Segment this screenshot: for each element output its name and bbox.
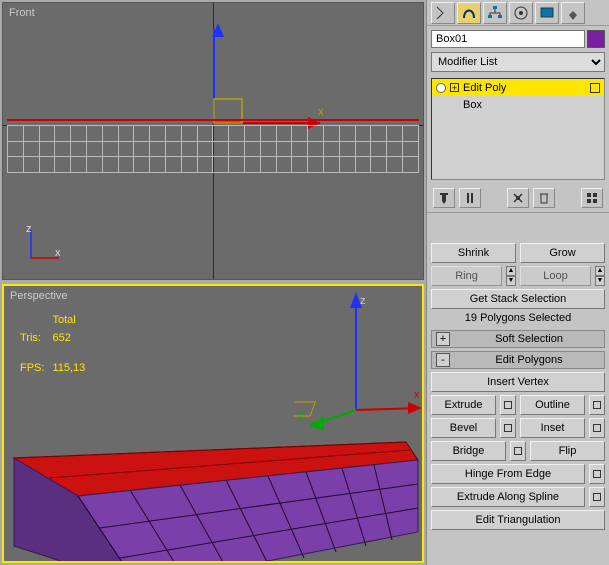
expand-icon[interactable]: + — [450, 83, 459, 92]
minus-icon: - — [436, 353, 450, 367]
tab-motion[interactable] — [509, 2, 533, 24]
bridge-settings-button[interactable] — [510, 441, 526, 461]
outline-settings-button[interactable] — [589, 395, 605, 415]
inset-button[interactable]: Inset — [520, 418, 585, 438]
gizmo-axis[interactable]: z x y — [294, 290, 424, 443]
bevel-settings-button[interactable] — [500, 418, 516, 438]
svg-text:x: x — [318, 106, 324, 118]
object-color-swatch[interactable] — [587, 30, 605, 48]
rollouts[interactable]: Shrink Grow Ring ▲▼ Loop ▲▼ Get Stack Se… — [427, 213, 609, 565]
axis-indicator: z x — [25, 224, 65, 267]
flip-button[interactable]: Flip — [530, 441, 605, 461]
bevel-button[interactable]: Bevel — [431, 418, 496, 438]
modifier-stack[interactable]: + Edit Poly Box — [431, 78, 605, 180]
extrude-settings-button[interactable] — [500, 395, 516, 415]
loop-spinner[interactable]: ▲▼ — [595, 266, 605, 286]
remove-modifier-button[interactable] — [533, 188, 555, 208]
stack-item-box[interactable]: Box — [432, 96, 604, 113]
ring-button[interactable]: Ring — [431, 266, 502, 286]
tab-modify[interactable] — [457, 2, 481, 24]
shrink-button[interactable]: Shrink — [431, 243, 516, 263]
hinge-settings-button[interactable] — [589, 464, 605, 484]
mesh-box — [10, 436, 416, 556]
plus-icon: + — [436, 332, 450, 346]
grow-button[interactable]: Grow — [520, 243, 605, 263]
svg-text:x: x — [414, 389, 420, 401]
viewport-label: Perspective — [10, 290, 67, 302]
stack-result-icon — [590, 83, 600, 93]
hinge-from-edge-button[interactable]: Hinge From Edge — [431, 464, 585, 484]
rollout-soft-selection[interactable]: + Soft Selection — [431, 330, 605, 348]
bridge-button[interactable]: Bridge — [431, 441, 506, 461]
viewport-front[interactable]: Front x — [2, 2, 424, 280]
modifier-list-dropdown[interactable]: Modifier List — [431, 52, 605, 72]
command-panel-tabs — [427, 0, 609, 26]
loop-button[interactable]: Loop — [520, 266, 591, 286]
command-panel: Modifier List + Edit Poly Box — [426, 0, 609, 565]
viewport-stats: Total Tris:652 FPS:115,13 — [18, 310, 93, 378]
stack-controls — [427, 184, 609, 213]
object-name-input[interactable] — [431, 30, 585, 48]
make-unique-button[interactable] — [507, 188, 529, 208]
viewports: Front x — [0, 0, 426, 565]
outline-button[interactable]: Outline — [520, 395, 585, 415]
lightbulb-icon[interactable] — [436, 83, 446, 93]
pin-stack-button[interactable] — [433, 188, 455, 208]
viewport-perspective[interactable]: Perspective Total Tris:652 FPS:115,13 z — [2, 284, 424, 564]
get-stack-selection-button[interactable]: Get Stack Selection — [431, 289, 605, 309]
tab-display[interactable] — [535, 2, 559, 24]
extrude-along-spline-button[interactable]: Extrude Along Spline — [431, 487, 585, 507]
show-end-result-button[interactable] — [459, 188, 481, 208]
tab-hierarchy[interactable] — [483, 2, 507, 24]
configure-sets-button[interactable] — [581, 188, 603, 208]
ring-spinner[interactable]: ▲▼ — [506, 266, 516, 286]
stack-item-edit-poly[interactable]: + Edit Poly — [432, 79, 604, 96]
inset-settings-button[interactable] — [589, 418, 605, 438]
rollout-edit-polygons[interactable]: - Edit Polygons — [431, 351, 605, 369]
tab-utilities[interactable] — [561, 2, 585, 24]
tab-create[interactable] — [431, 2, 455, 24]
svg-text:z: z — [360, 295, 366, 307]
extrude-spline-settings-button[interactable] — [589, 487, 605, 507]
svg-text:y: y — [298, 409, 304, 421]
extrude-button[interactable]: Extrude — [431, 395, 496, 415]
svg-text:z: z — [26, 224, 32, 235]
svg-text:x: x — [55, 247, 61, 259]
selection-status: 19 Polygons Selected — [431, 312, 605, 324]
insert-vertex-button[interactable]: Insert Vertex — [431, 372, 605, 392]
wireframe-box — [7, 125, 419, 173]
edit-triangulation-button[interactable]: Edit Triangulation — [431, 510, 605, 530]
